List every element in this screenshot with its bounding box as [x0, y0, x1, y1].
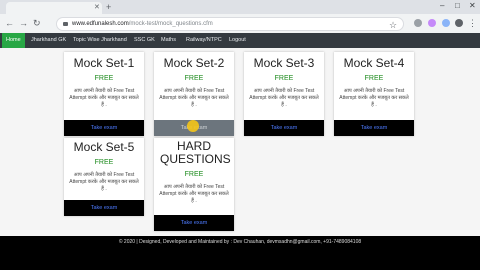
- nav-home[interactable]: Home: [2, 33, 25, 48]
- lock-icon: [63, 22, 68, 26]
- mock-card: Mock Set-4 FREE आप अपनी तैयारी को Free T…: [334, 52, 414, 136]
- take-exam-button[interactable]: Take exam: [64, 120, 144, 136]
- new-tab-icon[interactable]: +: [106, 2, 111, 12]
- nav-railway-ntpc[interactable]: Railway/NTPC: [186, 33, 222, 48]
- card-free-label: FREE: [94, 159, 114, 166]
- site-footer: © 2020 | Designed, Developed and Maintai…: [0, 236, 480, 248]
- extension-icon[interactable]: [414, 19, 422, 27]
- card-description: आप अपनी तैयारी को Free Test Attempt करके…: [69, 88, 139, 108]
- main-content: Mock Set-1 FREE आप अपनी तैयारी को Free T…: [0, 48, 480, 236]
- mock-card: Mock Set-2 FREE आप अपनी तैयारी को Free T…: [154, 52, 234, 136]
- site-navbar: Home Jharkhand GK Topic Wise Jharkhand S…: [0, 33, 480, 48]
- card-free-label: FREE: [364, 75, 384, 82]
- nav-topic-wise-jharkhand[interactable]: Topic Wise Jharkhand: [73, 33, 127, 48]
- mock-card: Mock Set-3 FREE आप अपनी तैयारी को Free T…: [244, 52, 324, 136]
- card-title: Mock Set-5: [73, 140, 135, 154]
- tab-strip: ✕ + – □ ✕: [0, 0, 480, 14]
- forward-icon[interactable]: →: [19, 18, 28, 29]
- take-exam-button[interactable]: Take exam: [154, 215, 234, 231]
- card-description: आप अपनी तैयारी को Free Test Attempt करके…: [159, 88, 229, 108]
- nav-ssc-gk[interactable]: SSC GK: [134, 33, 155, 48]
- browser-menu-icon[interactable]: ⋮: [468, 17, 477, 29]
- card-title: Mock Set-3: [253, 56, 315, 70]
- card-description: आप अपनी तैयारी को Free Test Attempt करके…: [69, 172, 139, 192]
- card-description: आप अपनी तैयारी को Free Test Attempt करके…: [159, 184, 229, 204]
- reload-icon[interactable]: ↻: [33, 18, 41, 29]
- card-title: Mock Set-2: [163, 56, 225, 70]
- mouse-cursor-highlight: [187, 120, 199, 132]
- card-free-label: FREE: [184, 75, 204, 82]
- nav-jharkhand-gk[interactable]: Jharkhand GK: [31, 33, 66, 48]
- address-bar[interactable]: www.edfunalesh.com/mock-test/mock_questi…: [56, 17, 404, 31]
- bookmark-star-icon[interactable]: ☆: [389, 20, 397, 30]
- card-description: आप अपनी तैयारी को Free Test Attempt करके…: [249, 88, 319, 108]
- minimize-icon[interactable]: –: [440, 1, 444, 11]
- url-text: www.edfunalesh.com/mock-test/mock_questi…: [72, 21, 213, 27]
- card-description: आप अपनी तैयारी को Free Test Attempt करके…: [339, 88, 409, 108]
- card-title: Mock Set-1: [73, 56, 135, 70]
- card-title: HARD QUESTIONS: [160, 139, 231, 166]
- back-icon[interactable]: ←: [5, 18, 14, 29]
- maximize-icon[interactable]: □: [455, 1, 460, 11]
- nav-logout[interactable]: Logout: [229, 33, 246, 48]
- mock-card: Mock Set-5 FREE आप अपनी तैयारी को Free T…: [64, 138, 144, 216]
- browser-tab[interactable]: ✕: [6, 2, 102, 14]
- window-close-icon[interactable]: ✕: [469, 1, 476, 11]
- close-tab-icon[interactable]: ✕: [94, 3, 100, 12]
- mock-card: HARD QUESTIONS FREE आप अपनी तैयारी को Fr…: [154, 138, 234, 231]
- mock-card: Mock Set-1 FREE आप अपनी तैयारी को Free T…: [64, 52, 144, 136]
- profile-avatar-icon[interactable]: [455, 19, 463, 27]
- card-title: Mock Set-4: [343, 56, 405, 70]
- extension-icon[interactable]: [442, 19, 450, 27]
- take-exam-button[interactable]: Take exam: [334, 120, 414, 136]
- nav-maths[interactable]: Maths: [161, 33, 176, 48]
- take-exam-button[interactable]: Take exam: [244, 120, 324, 136]
- browser-toolbar: ← → ↻ www.edfunalesh.com/mock-test/mock_…: [0, 14, 480, 34]
- card-free-label: FREE: [94, 75, 114, 82]
- browser-chrome: ✕ + – □ ✕ ← → ↻ www.edfunalesh.com/mock-…: [0, 0, 480, 34]
- take-exam-button[interactable]: Take exam: [64, 200, 144, 216]
- card-free-label: FREE: [184, 171, 204, 178]
- card-free-label: FREE: [274, 75, 294, 82]
- extension-icon[interactable]: [428, 19, 436, 27]
